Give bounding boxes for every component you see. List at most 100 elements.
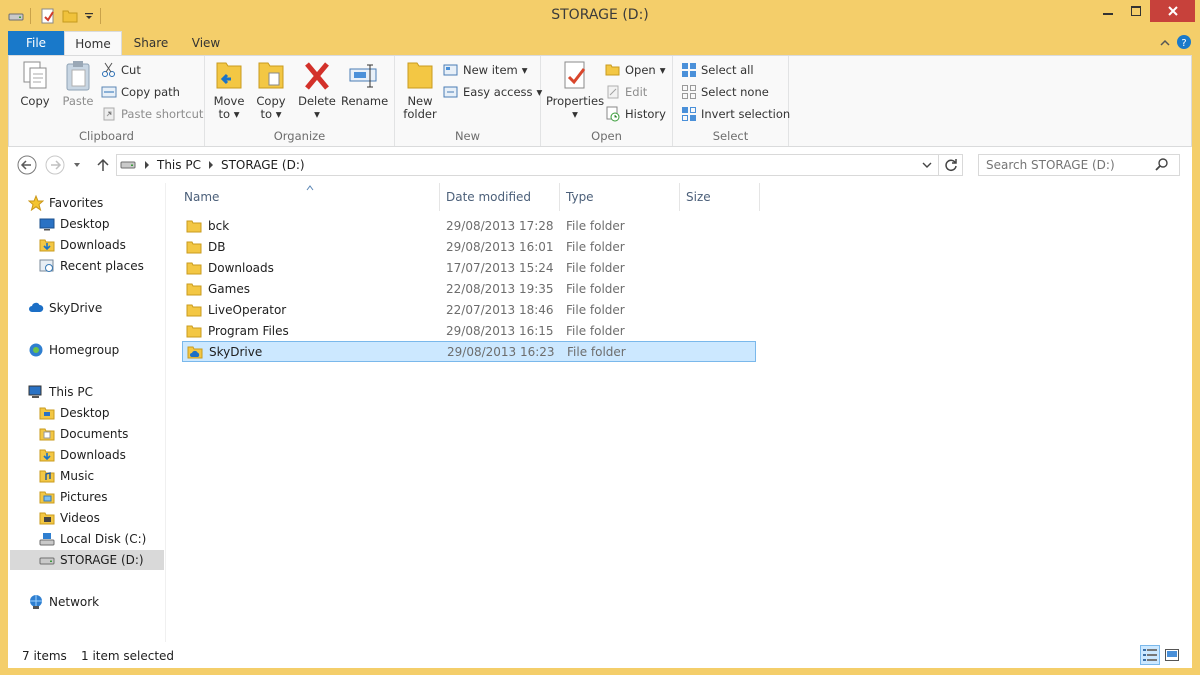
large-icons-view-button[interactable] [1162,645,1182,665]
group-label-open: Open [591,129,622,143]
paste-button[interactable]: Paste [59,59,97,108]
new-folder-button[interactable]: New folder [401,59,439,121]
nav-pc-documents[interactable]: Documents [10,424,164,444]
file-row[interactable]: DB 29/08/2013 16:01 File folder [182,236,756,257]
folder-icon [186,241,202,253]
column-header-date[interactable]: Date modified [440,183,560,211]
copy-path-button[interactable]: Copy path [101,83,180,101]
file-row[interactable]: bck 29/08/2013 17:28 File folder [182,215,756,236]
address-toolbar: This PC STORAGE (D:) [8,147,1192,183]
file-row-selected[interactable]: SkyDrive 29/08/2013 16:23 File folder [182,341,756,362]
select-all-button[interactable]: Select all [681,61,754,79]
file-name: SkyDrive [209,344,263,359]
large-icons-view-icon [1165,649,1179,661]
invert-selection-button[interactable]: Invert selection [681,105,790,123]
tab-home[interactable]: Home [64,31,122,55]
cut-button[interactable]: Cut [101,61,141,79]
tab-file[interactable]: File [8,31,64,55]
close-button[interactable] [1150,0,1195,22]
nav-fav-downloads[interactable]: Downloads [10,235,164,255]
maximize-button[interactable] [1122,0,1150,22]
copy-button[interactable]: Copy [17,59,53,108]
group-organize: Move to ▾ Copy to ▾ Delete ▾ Rename Organiz… [205,56,395,146]
file-row[interactable]: Games 22/08/2013 19:35 File folder [182,278,756,299]
chevron-up-icon[interactable] [1160,37,1170,51]
nav-fav-recent-places[interactable]: Recent places [10,256,164,276]
file-date: 29/08/2013 17:28 [446,218,554,233]
scissors-icon [102,62,115,77]
chevron-right-icon[interactable] [204,158,218,172]
up-button[interactable] [92,154,114,176]
nav-pc-videos[interactable]: Videos [10,508,164,528]
properties-icon [564,61,586,89]
search-box[interactable] [978,154,1180,176]
delete-button[interactable]: Delete ▾ [297,59,337,121]
folder-icon [186,262,202,274]
ribbon-home: Copy Paste Cut Copy path Paste shortcut … [8,55,1192,147]
breadcrumb-storage[interactable]: STORAGE (D:) [218,158,308,172]
copy-to-button[interactable]: Copy to ▾ [253,59,289,121]
address-bar[interactable]: This PC STORAGE (D:) [116,154,939,176]
paste-shortcut-icon [103,107,115,121]
nav-network[interactable]: Network [10,592,164,612]
file-row[interactable]: Program Files 29/08/2013 16:15 File fold… [182,320,756,341]
move-to-button[interactable]: Move to ▾ [211,59,247,121]
file-type: File folder [566,281,625,296]
nav-pc-local-disk-c[interactable]: Local Disk (C:) [10,529,164,549]
new-item-button[interactable]: New item ▾ [443,61,528,79]
nav-pc-storage-d[interactable]: STORAGE (D:) [10,550,164,570]
chevron-down-icon[interactable] [922,158,938,172]
copy-icon [23,61,47,89]
file-row[interactable]: Downloads 17/07/2013 15:24 File folder [182,257,756,278]
select-none-button[interactable]: Select none [681,83,769,101]
file-date: 29/08/2013 16:15 [446,323,554,338]
paste-shortcut-button[interactable]: Paste shortcut [101,105,203,123]
column-header-size[interactable]: Size [680,183,760,211]
easy-access-button[interactable]: Easy access ▾ [443,83,542,101]
folder-icon [186,220,202,232]
forward-button[interactable] [44,154,66,176]
system-drive-icon [39,533,55,546]
breadcrumb-this-pc[interactable]: This PC [154,158,204,172]
chevron-right-icon[interactable] [140,158,154,172]
group-new: New folder New item ▾ Easy access ▾ New [395,56,542,146]
nav-skydrive[interactable]: SkyDrive [10,298,164,318]
nav-pc-downloads[interactable]: Downloads [10,445,164,465]
group-label-select: Select [712,129,749,143]
open-button[interactable]: Open ▾ [605,61,666,79]
nav-pc-music[interactable]: Music [10,466,164,486]
help-icon[interactable]: ? [1176,34,1192,53]
rename-icon [349,64,377,88]
nav-pc-desktop[interactable]: Desktop [10,403,164,423]
nav-this-pc[interactable]: This PC [10,382,164,402]
nav-favorites[interactable]: Favorites [10,193,164,213]
nav-fav-desktop[interactable]: Desktop [10,214,164,234]
nav-pc-pictures[interactable]: Pictures [10,487,164,507]
recent-places-icon [39,259,54,272]
nav-homegroup[interactable]: Homegroup [10,340,164,360]
edit-icon [607,85,619,99]
history-button[interactable]: History [605,105,666,123]
back-button[interactable] [16,154,38,176]
edit-button[interactable]: Edit [605,83,647,101]
main-area: Favorites Desktop Downloads Recent place… [8,183,1192,642]
tab-share[interactable]: Share [122,31,180,55]
recent-locations-button[interactable] [70,154,84,176]
file-date: 22/07/2013 18:46 [446,302,554,317]
file-type: File folder [566,218,625,233]
refresh-button[interactable] [939,154,963,176]
tab-view[interactable]: View [180,31,232,55]
ribbon-tabs: File Home Share View ? [8,31,1192,55]
rename-button[interactable]: Rename [341,59,388,108]
minimize-button[interactable] [1094,0,1122,22]
column-header-name[interactable]: Name [178,183,440,211]
search-input[interactable] [979,158,1155,172]
properties-button[interactable]: Properties ▾ [545,59,605,121]
details-view-button[interactable] [1140,645,1160,665]
search-icon[interactable] [1155,157,1169,174]
title-bar[interactable]: STORAGE (D:) [0,0,1200,31]
file-row[interactable]: LiveOperator 22/07/2013 18:46 File folde… [182,299,756,320]
column-header-type[interactable]: Type [560,183,680,211]
file-type: File folder [566,260,625,275]
cloud-icon [29,302,44,312]
